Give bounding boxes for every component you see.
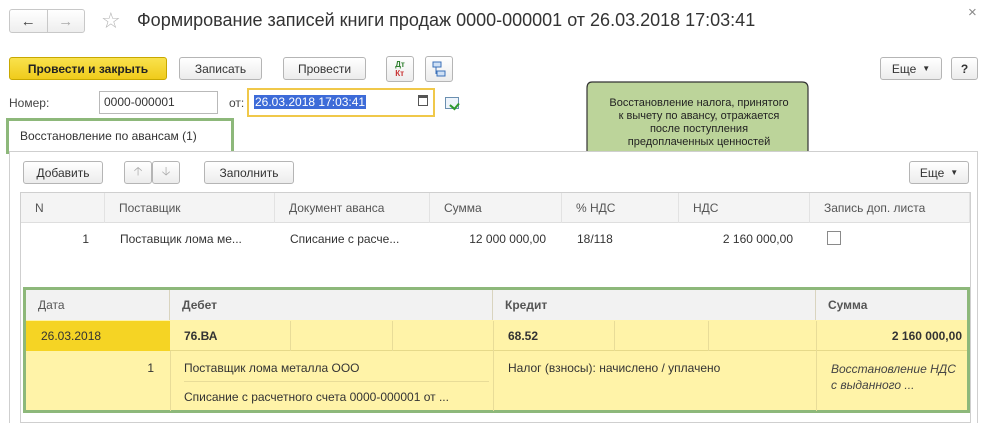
date-label: от: — [229, 96, 245, 110]
calendar-icon[interactable] — [418, 95, 428, 106]
entry-debit: 76.ВА — [184, 329, 218, 343]
back-arrow-icon[interactable]: ← — [10, 10, 47, 32]
entry-credit: 68.52 — [508, 329, 539, 343]
structure-button[interactable] — [425, 56, 453, 82]
window-title: Формирование записей книги продаж 0000-0… — [137, 10, 756, 30]
post-button[interactable]: Провести — [283, 57, 366, 80]
help-button[interactable]: ? — [951, 57, 978, 80]
favorite-star-icon[interactable]: ☆ — [101, 8, 121, 34]
number-label: Номер: — [9, 96, 50, 110]
divider — [170, 351, 171, 411]
hint-text: Восстановление налога, принятого к вычет… — [609, 97, 789, 148]
col-vat-rate[interactable]: % НДС — [562, 193, 679, 223]
hierarchy-icon — [432, 61, 446, 77]
date-value: 26.03.2018 17:03:41 — [254, 95, 367, 109]
arrow-up-icon: 🡡 — [133, 164, 143, 178]
row-vat-rate: 18/118 — [577, 232, 613, 246]
col-advance-doc[interactable]: Документ аванса — [275, 193, 430, 223]
post-and-close-button[interactable]: Провести и закрыть — [9, 57, 167, 80]
entry-debit-subconto-1: Поставщик лома металла ООО — [184, 361, 360, 375]
divider — [493, 321, 494, 351]
col-supplier[interactable]: Поставщик — [105, 193, 275, 223]
row-vat: 2 160 000,00 — [722, 232, 793, 246]
forward-arrow-icon[interactable]: → — [46, 10, 85, 32]
dt-kt-button[interactable]: Дт Кт — [386, 56, 414, 82]
tab-advance-recovery[interactable]: Восстановление по авансам (1) — [6, 118, 234, 154]
entry-row[interactable]: 26.03.2018 76.ВА 68.52 2 160 000,00 — [26, 321, 967, 351]
entry-debit-subconto-2: Списание с расчетного счета 0000-000001 … — [184, 390, 449, 404]
fill-button[interactable]: Заполнить — [204, 161, 294, 184]
table-row[interactable]: 1 Поставщик лома ме... Списание с расче.… — [21, 224, 970, 254]
divider — [290, 321, 291, 351]
table-more-button[interactable]: Еще ▼ — [909, 161, 969, 184]
dt-kt-icon: Дт Кт — [395, 60, 405, 78]
table-header: N Поставщик Документ аванса Сумма % НДС … — [21, 193, 970, 223]
entries-col-debit[interactable]: Дебет — [170, 290, 493, 320]
divider — [816, 351, 817, 411]
entry-date-cell: 26.03.2018 — [26, 321, 170, 351]
entries-frame: Дата Дебет Кредит Сумма 26.03.2018 76.ВА… — [23, 287, 970, 413]
entry-line-number: 1 — [147, 361, 154, 375]
divider — [392, 321, 393, 351]
col-extra-sheet[interactable]: Запись доп. листа — [810, 193, 970, 223]
extra-sheet-checkbox[interactable] — [827, 231, 841, 245]
entries-col-sum[interactable]: Сумма — [816, 290, 967, 320]
col-n[interactable]: N — [21, 193, 105, 223]
history-nav: ← → — [9, 9, 85, 33]
tab-label: Восстановление по авансам (1) — [20, 129, 197, 143]
entry-date: 26.03.2018 — [41, 329, 102, 343]
chevron-down-icon: ▼ — [922, 64, 931, 73]
divider — [708, 321, 709, 351]
status-check-icon — [445, 97, 460, 111]
more-button[interactable]: Еще ▼ — [880, 57, 942, 80]
col-vat[interactable]: НДС — [679, 193, 810, 223]
row-supplier: Поставщик лома ме... — [120, 232, 242, 246]
row-n: 1 — [82, 232, 89, 246]
divider — [493, 351, 494, 411]
divider — [184, 381, 489, 382]
entries-col-date[interactable]: Дата — [26, 290, 170, 320]
chevron-down-icon: ▼ — [950, 168, 959, 177]
entries-col-credit[interactable]: Кредит — [493, 290, 816, 320]
date-field[interactable]: 26.03.2018 17:03:41 — [247, 88, 435, 117]
row-advance-doc: Списание с расче... — [290, 232, 400, 246]
arrow-down-icon: 🡣 — [161, 164, 171, 178]
divider — [614, 321, 615, 351]
entry-comment: Восстановление НДС с выданного ... — [831, 362, 956, 392]
move-down-button[interactable]: 🡣 — [152, 161, 180, 184]
entries-header: Дата Дебет Кредит Сумма — [26, 290, 967, 320]
add-button[interactable]: Добавить — [23, 161, 103, 184]
col-sum[interactable]: Сумма — [430, 193, 562, 223]
close-icon[interactable]: × — [968, 4, 977, 21]
number-field[interactable]: 0000-000001 — [99, 91, 218, 114]
row-sum: 12 000 000,00 — [469, 232, 546, 246]
entry-credit-subconto-1: Налог (взносы): начислено / уплачено — [508, 361, 721, 375]
entry-sum: 2 160 000,00 — [891, 329, 962, 343]
move-up-button[interactable]: 🡡 — [124, 161, 152, 184]
save-button[interactable]: Записать — [179, 57, 262, 80]
